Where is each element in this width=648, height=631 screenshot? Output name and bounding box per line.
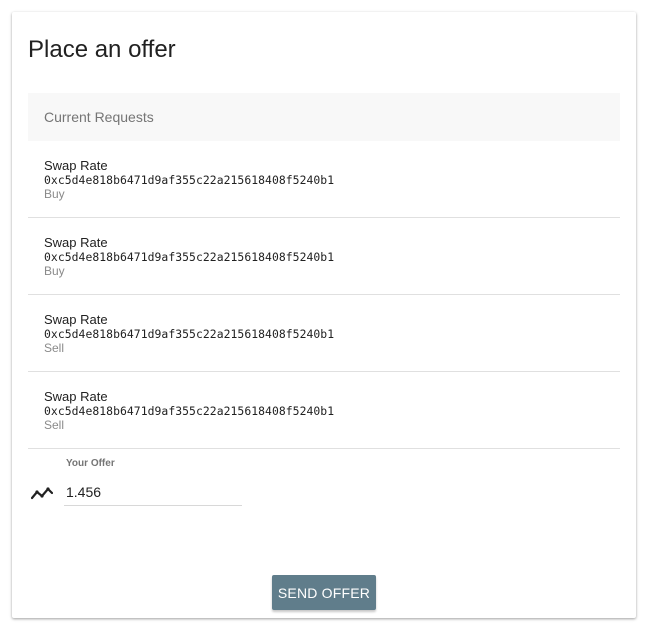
request-address: 0xc5d4e818b6471d9af355c22a215618408f5240… bbox=[44, 404, 335, 418]
request-address: 0xc5d4e818b6471d9af355c22a215618408f5240… bbox=[44, 250, 335, 264]
request-side: Sell bbox=[44, 341, 65, 355]
requests-subheader: Current Requests bbox=[28, 93, 620, 141]
request-item[interactable]: Swap Rate 0xc5d4e818b6471d9af355c22a2156… bbox=[28, 372, 620, 449]
request-title: Swap Rate bbox=[44, 158, 108, 173]
request-item[interactable]: Swap Rate 0xc5d4e818b6471d9af355c22a2156… bbox=[28, 218, 620, 295]
offer-label: Your Offer bbox=[66, 458, 115, 469]
offer-input[interactable] bbox=[64, 479, 242, 506]
trending-icon bbox=[30, 485, 54, 501]
request-title: Swap Rate bbox=[44, 235, 108, 250]
request-item[interactable]: Swap Rate 0xc5d4e818b6471d9af355c22a2156… bbox=[28, 141, 620, 218]
request-address: 0xc5d4e818b6471d9af355c22a215618408f5240… bbox=[44, 173, 335, 187]
send-offer-button[interactable]: SEND OFFER bbox=[272, 575, 376, 610]
request-side: Buy bbox=[44, 187, 65, 201]
request-side: Sell bbox=[44, 418, 65, 432]
request-title: Swap Rate bbox=[44, 312, 108, 327]
request-title: Swap Rate bbox=[44, 389, 108, 404]
requests-list: Current Requests Swap Rate 0xc5d4e818b64… bbox=[28, 93, 620, 449]
request-item[interactable]: Swap Rate 0xc5d4e818b6471d9af355c22a2156… bbox=[28, 295, 620, 372]
request-address: 0xc5d4e818b6471d9af355c22a215618408f5240… bbox=[44, 327, 335, 341]
request-side: Buy bbox=[44, 264, 65, 278]
page-title: Place an offer bbox=[28, 36, 176, 63]
offer-field-group: Your Offer bbox=[28, 452, 328, 522]
offer-card: Place an offer Current Requests Swap Rat… bbox=[12, 12, 636, 618]
